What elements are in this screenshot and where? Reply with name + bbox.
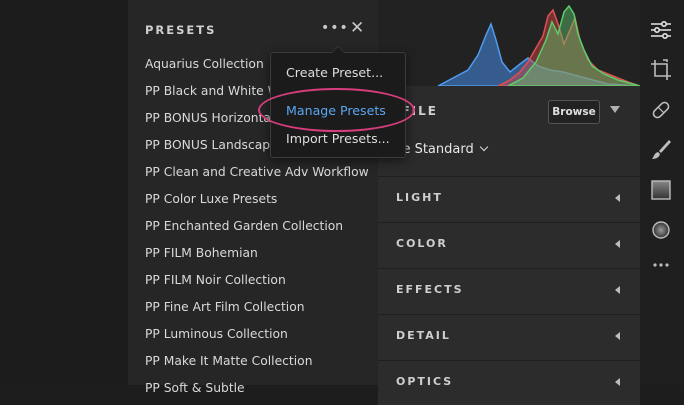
section-optics[interactable]: OPTICS: [378, 360, 640, 405]
radial-gradient-icon[interactable]: [648, 217, 674, 243]
healing-icon[interactable]: [648, 97, 674, 123]
linear-gradient-icon[interactable]: [648, 177, 674, 203]
preset-item[interactable]: PP Fine Art Film Collection: [145, 297, 369, 324]
chevron-down-icon: [479, 142, 488, 152]
section-label: OPTICS: [396, 375, 454, 388]
expand-arrow-icon: [615, 332, 620, 340]
brush-icon[interactable]: [648, 137, 674, 163]
preset-item[interactable]: PP FILM Noir Collection: [145, 270, 369, 297]
histogram: [378, 0, 640, 86]
section-detail[interactable]: DETAIL: [378, 314, 640, 359]
expand-arrow-icon: [615, 286, 620, 294]
more-icon[interactable]: [648, 252, 674, 278]
expand-arrow-icon: [615, 194, 620, 202]
create-preset-item[interactable]: Create Preset...: [286, 65, 383, 80]
edit-sliders-icon[interactable]: [648, 17, 674, 43]
crop-icon[interactable]: [648, 57, 674, 83]
presets-title: PRESETS: [145, 23, 217, 37]
browse-button[interactable]: Browse: [548, 100, 600, 124]
expand-arrow-icon: [615, 240, 620, 248]
menu-caret-fill: [332, 47, 344, 53]
presets-options-menu: Create Preset... Manage Presets Import P…: [270, 46, 406, 158]
preset-item[interactable]: PP Color Luxe Presets: [145, 189, 369, 216]
more-options-icon[interactable]: •••: [321, 20, 349, 36]
section-color[interactable]: COLOR: [378, 222, 640, 267]
section-label: LIGHT: [396, 191, 443, 204]
preset-item[interactable]: PP Clean and Creative Adv Workflow: [145, 162, 369, 189]
close-icon[interactable]: ✕: [350, 18, 364, 38]
section-label: DETAIL: [396, 329, 451, 342]
preset-item[interactable]: PP FILM Bohemian: [145, 243, 369, 270]
preset-item[interactable]: PP Make It Matte Collection: [145, 351, 369, 378]
section-effects[interactable]: EFFECTS: [378, 268, 640, 313]
preset-item[interactable]: PP Soft & Subtle: [145, 378, 369, 405]
tool-strip: [640, 0, 684, 385]
section-light[interactable]: LIGHT: [378, 176, 640, 221]
import-presets-item[interactable]: Import Presets...: [286, 131, 390, 146]
section-label: COLOR: [396, 237, 448, 250]
preset-item[interactable]: PP Luminous Collection: [145, 324, 369, 351]
edit-panel: ROFILE Browse dobe Standard LIGHT COLOR …: [378, 0, 640, 405]
preset-item[interactable]: PP Enchanted Garden Collection: [145, 216, 369, 243]
manage-presets-item[interactable]: Manage Presets: [286, 103, 386, 118]
left-background: [0, 0, 128, 385]
collapse-icon[interactable]: [610, 106, 620, 113]
section-label: EFFECTS: [396, 283, 464, 296]
